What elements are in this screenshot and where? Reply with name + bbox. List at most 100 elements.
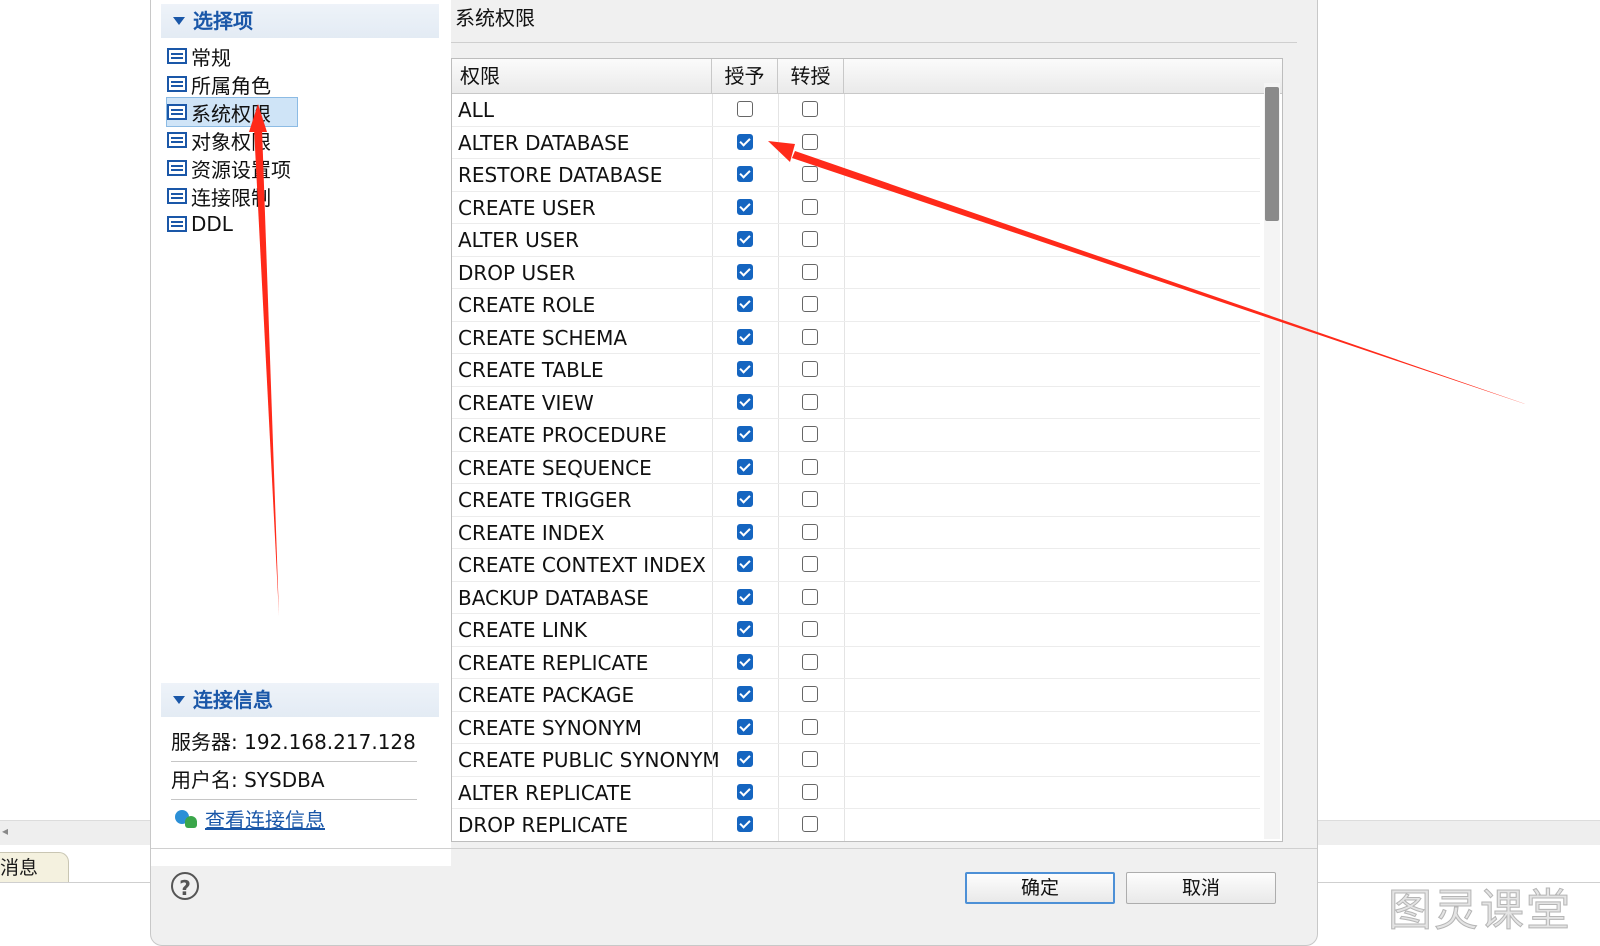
- table-row[interactable]: CREATE TABLE: [452, 354, 1260, 387]
- help-icon[interactable]: ?: [171, 872, 199, 900]
- grant-checkbox[interactable]: [737, 263, 753, 280]
- admin-checkbox[interactable]: [802, 718, 818, 735]
- nav-item[interactable]: 资源设置项: [167, 154, 297, 182]
- column-divider: [712, 711, 713, 743]
- admin-checkbox[interactable]: [802, 361, 818, 377]
- collapse-triangle-icon[interactable]: [173, 696, 185, 704]
- grant-checkbox[interactable]: [737, 588, 753, 605]
- admin-checkbox[interactable]: [802, 523, 818, 540]
- admin-checkbox[interactable]: [802, 231, 818, 247]
- grant-checkbox[interactable]: [737, 393, 753, 410]
- grant-checkbox[interactable]: [737, 361, 753, 377]
- server-info: 服务器: 192.168.217.128: [171, 726, 417, 762]
- vertical-scrollbar[interactable]: [1264, 83, 1280, 839]
- ok-button[interactable]: 确定: [965, 872, 1115, 904]
- grant-checkbox[interactable]: [737, 491, 753, 507]
- background-messages-tab[interactable]: 消息: [0, 852, 69, 883]
- column-header-grant[interactable]: 授予: [712, 59, 778, 93]
- grant-checkbox[interactable]: [737, 621, 753, 637]
- table-row[interactable]: CREATE INDEX: [452, 516, 1260, 549]
- table-row[interactable]: CREATE SEQUENCE: [452, 451, 1260, 484]
- table-row[interactable]: CREATE SCHEMA: [452, 321, 1260, 354]
- table-row[interactable]: CREATE REPLICATE: [452, 646, 1260, 679]
- nav-item[interactable]: 连接限制: [167, 182, 297, 210]
- user-properties-dialog: 选择项 常规 所属角色 系统权限 对象权限 资源设置项 连接限制 DDL 连接信息 服务器:…: [150, 0, 1318, 946]
- grant-checkbox[interactable]: [737, 556, 753, 572]
- admin-checkbox[interactable]: [802, 426, 818, 442]
- admin-checkbox[interactable]: [802, 198, 818, 215]
- nav-item[interactable]: DDL: [167, 210, 297, 238]
- admin-checkbox[interactable]: [802, 458, 818, 475]
- admin-checkbox[interactable]: [802, 653, 818, 670]
- view-connection-info-link[interactable]: 查看连接信息: [175, 804, 325, 833]
- column-divider: [778, 484, 779, 516]
- table-row[interactable]: CREATE ROLE: [452, 289, 1260, 322]
- column-header-admin[interactable]: 转授: [778, 59, 844, 93]
- admin-checkbox[interactable]: [802, 328, 818, 345]
- admin-checkbox[interactable]: [802, 588, 818, 605]
- grant-checkbox[interactable]: [737, 816, 753, 832]
- table-row[interactable]: CREATE PACKAGE: [452, 679, 1260, 712]
- privilege-name: CREATE ROLE: [458, 293, 596, 317]
- table-row[interactable]: CREATE VIEW: [452, 386, 1260, 419]
- table-row[interactable]: CREATE TRIGGER: [452, 484, 1260, 517]
- table-row[interactable]: ALL: [452, 94, 1260, 127]
- table-row[interactable]: ALTER REPLICATE: [452, 776, 1260, 809]
- grant-checkbox[interactable]: [737, 231, 753, 247]
- table-row[interactable]: CREATE CONTEXT INDEX: [452, 549, 1260, 582]
- admin-checkbox[interactable]: [802, 556, 818, 572]
- admin-checkbox[interactable]: [802, 166, 818, 182]
- grant-checkbox[interactable]: [737, 198, 753, 215]
- grant-checkbox[interactable]: [737, 718, 753, 735]
- privilege-name: CREATE CONTEXT INDEX: [458, 553, 706, 577]
- table-row[interactable]: DROP REPLICATE: [452, 809, 1260, 841]
- column-divider: [712, 191, 713, 223]
- nav-item[interactable]: 系统权限: [166, 97, 298, 127]
- cancel-button[interactable]: 取消: [1126, 872, 1276, 904]
- column-header-permission[interactable]: 权限: [452, 59, 712, 93]
- column-divider: [712, 94, 713, 126]
- nav-item[interactable]: 所属角色: [167, 70, 297, 98]
- table-row[interactable]: DROP USER: [452, 256, 1260, 289]
- nav-item[interactable]: 对象权限: [167, 126, 297, 154]
- admin-checkbox[interactable]: [802, 816, 818, 832]
- grant-checkbox[interactable]: [737, 166, 753, 182]
- admin-checkbox[interactable]: [802, 621, 818, 637]
- grant-checkbox[interactable]: [737, 426, 753, 442]
- admin-checkbox[interactable]: [802, 783, 818, 800]
- admin-checkbox[interactable]: [802, 296, 818, 312]
- scroll-left-icon[interactable]: ◂: [2, 824, 8, 838]
- grant-checkbox[interactable]: [737, 783, 753, 800]
- table-row[interactable]: CREATE USER: [452, 191, 1260, 224]
- grant-checkbox[interactable]: [737, 523, 753, 540]
- admin-checkbox[interactable]: [802, 751, 818, 767]
- admin-checkbox[interactable]: [802, 393, 818, 410]
- grant-checkbox[interactable]: [737, 751, 753, 767]
- admin-checkbox[interactable]: [802, 686, 818, 702]
- table-row[interactable]: ALTER DATABASE: [452, 126, 1260, 159]
- scrollbar-thumb[interactable]: [1265, 87, 1279, 221]
- grant-checkbox[interactable]: [737, 328, 753, 345]
- admin-checkbox[interactable]: [802, 101, 818, 117]
- grant-checkbox[interactable]: [737, 296, 753, 312]
- table-row[interactable]: CREATE LINK: [452, 614, 1260, 647]
- table-row[interactable]: ALTER USER: [452, 224, 1260, 257]
- grant-checkbox[interactable]: [737, 653, 753, 670]
- grant-checkbox[interactable]: [737, 133, 753, 150]
- admin-checkbox[interactable]: [802, 491, 818, 507]
- table-row[interactable]: CREATE SYNONYM: [452, 711, 1260, 744]
- grant-checkbox[interactable]: [737, 101, 753, 117]
- privilege-name: ALTER DATABASE: [458, 130, 630, 155]
- admin-checkbox[interactable]: [802, 133, 818, 150]
- collapse-triangle-icon[interactable]: [173, 17, 185, 25]
- grant-checkbox[interactable]: [737, 686, 753, 702]
- table-row[interactable]: CREATE PROCEDURE: [452, 419, 1260, 452]
- connection-section-header[interactable]: 连接信息: [161, 683, 439, 717]
- grant-checkbox[interactable]: [737, 458, 753, 475]
- table-row[interactable]: CREATE PUBLIC SYNONYM: [452, 744, 1260, 777]
- table-row[interactable]: RESTORE DATABASE: [452, 159, 1260, 192]
- options-section-header[interactable]: 选择项: [161, 4, 439, 38]
- admin-checkbox[interactable]: [802, 263, 818, 280]
- table-row[interactable]: BACKUP DATABASE: [452, 581, 1260, 614]
- nav-item[interactable]: 常规: [167, 42, 297, 70]
